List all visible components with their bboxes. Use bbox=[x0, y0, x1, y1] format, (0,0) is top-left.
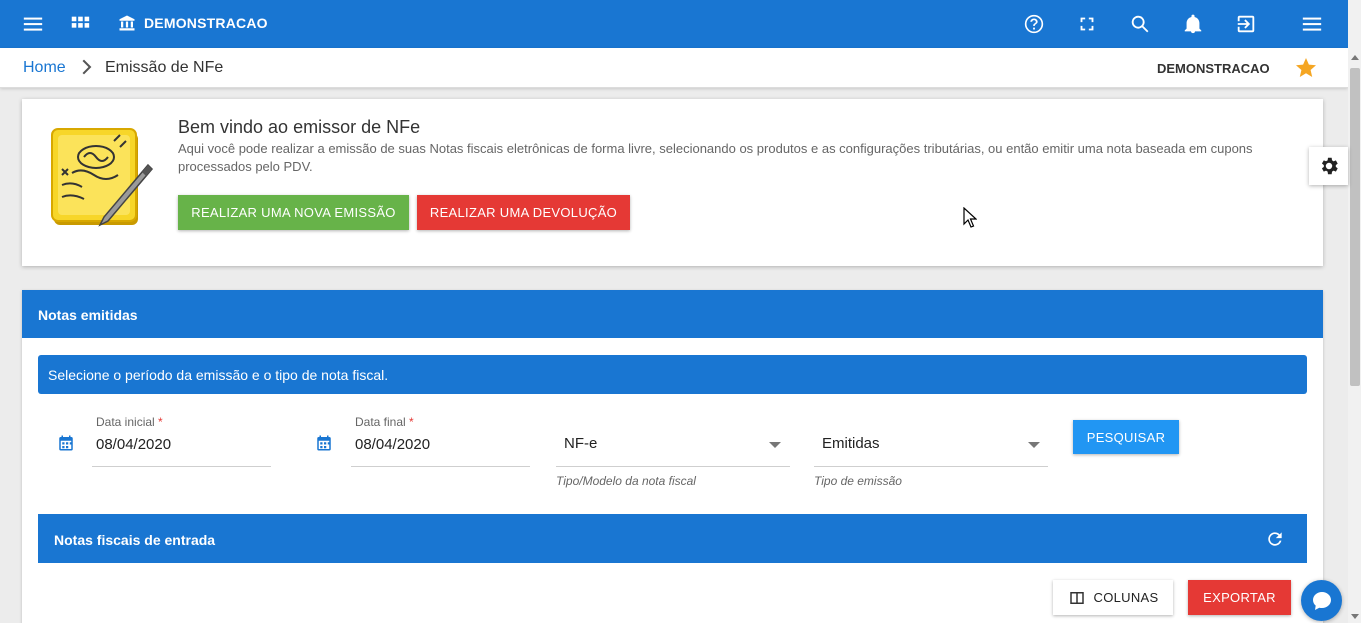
chat-button[interactable] bbox=[1301, 580, 1342, 621]
notepad-icon bbox=[48, 125, 156, 233]
new-emission-button[interactable]: REALIZAR UMA NOVA EMISSÃO bbox=[178, 195, 409, 230]
panel-title: Notas emitidas bbox=[38, 307, 138, 323]
star-icon[interactable] bbox=[1294, 56, 1318, 80]
inner-panel-title: Notas fiscais de entrada bbox=[54, 532, 216, 548]
model-underline bbox=[556, 466, 790, 467]
emission-type-hint: Tipo de emissão bbox=[814, 474, 902, 488]
scroll-up-arrow-icon[interactable] bbox=[1350, 50, 1360, 60]
welcome-title: Bem vindo ao emissor de NFe bbox=[178, 117, 421, 137]
columns-icon bbox=[1069, 591, 1084, 604]
welcome-card: Bem vindo ao emissor de NFe Aqui você po… bbox=[22, 99, 1323, 266]
panel-header: Notas emitidas bbox=[22, 290, 1323, 338]
top-bar: DEMONSTRACAO bbox=[0, 0, 1348, 48]
info-message: Selecione o período da emissão e o tipo … bbox=[38, 355, 1307, 394]
end-date-label: Data final * bbox=[355, 415, 414, 429]
emission-type-select[interactable]: Emitidas bbox=[822, 435, 880, 452]
start-date-label: Data inicial * bbox=[96, 415, 163, 429]
fullscreen-icon[interactable] bbox=[1075, 12, 1099, 36]
end-date-input[interactable]: 08/04/2020 bbox=[355, 436, 430, 453]
chat-icon bbox=[1312, 591, 1331, 610]
end-date-underline bbox=[351, 466, 530, 467]
help-icon[interactable] bbox=[1022, 12, 1046, 36]
gear-icon bbox=[1321, 157, 1338, 175]
settings-tab[interactable] bbox=[1309, 147, 1348, 185]
devolution-button[interactable]: REALIZAR UMA DEVOLUÇÃO bbox=[417, 195, 630, 230]
exit-icon[interactable] bbox=[1234, 12, 1258, 36]
chevron-down-icon[interactable] bbox=[769, 442, 781, 448]
emission-type-underline bbox=[814, 466, 1048, 467]
breadcrumb-current: Emissão de NFe bbox=[105, 59, 224, 76]
breadcrumb-home-link[interactable]: Home bbox=[23, 59, 66, 77]
start-date-input[interactable]: 08/04/2020 bbox=[96, 436, 171, 453]
model-select[interactable]: NF-e bbox=[564, 435, 597, 452]
company-brand[interactable]: DEMONSTRACAO bbox=[118, 14, 268, 32]
chevron-down-icon[interactable] bbox=[1028, 442, 1040, 448]
calendar-icon[interactable] bbox=[315, 434, 333, 452]
welcome-description: Aqui você pode realizar a emissão de sua… bbox=[178, 141, 1253, 174]
menu-right-icon[interactable] bbox=[1300, 12, 1324, 36]
company-name: DEMONSTRACAO bbox=[144, 15, 268, 31]
calendar-icon[interactable] bbox=[57, 434, 75, 452]
bank-icon bbox=[119, 15, 135, 31]
mouse-cursor-icon bbox=[963, 206, 978, 229]
model-hint: Tipo/Modelo da nota fiscal bbox=[556, 474, 696, 488]
chevron-right-icon bbox=[80, 59, 92, 75]
menu-icon[interactable] bbox=[21, 12, 45, 36]
breadcrumb-company: DEMONSTRACAO bbox=[1157, 61, 1270, 76]
breadcrumb: Home Emissão de NFe DEMONSTRACAO bbox=[0, 48, 1348, 88]
notas-emitidas-panel: Notas emitidas Selecione o período da em… bbox=[22, 290, 1323, 623]
refresh-icon[interactable] bbox=[1265, 529, 1285, 549]
columns-label: COLUNAS bbox=[1093, 590, 1159, 605]
scrollbar-thumb[interactable] bbox=[1350, 68, 1360, 386]
scroll-down-arrow-icon[interactable] bbox=[1350, 608, 1360, 619]
notas-entrada-panel: Notas fiscais de entrada COLUNAS EXPORTA… bbox=[38, 514, 1307, 623]
start-date-underline bbox=[92, 466, 271, 467]
inner-panel-header: Notas fiscais de entrada bbox=[38, 514, 1307, 563]
export-button[interactable]: EXPORTAR bbox=[1188, 580, 1291, 615]
columns-button[interactable]: COLUNAS bbox=[1053, 580, 1173, 615]
apps-grid-icon[interactable] bbox=[68, 12, 92, 36]
search-icon[interactable] bbox=[1128, 12, 1152, 36]
notifications-icon[interactable] bbox=[1181, 12, 1205, 36]
search-button[interactable]: PESQUISAR bbox=[1073, 420, 1179, 454]
